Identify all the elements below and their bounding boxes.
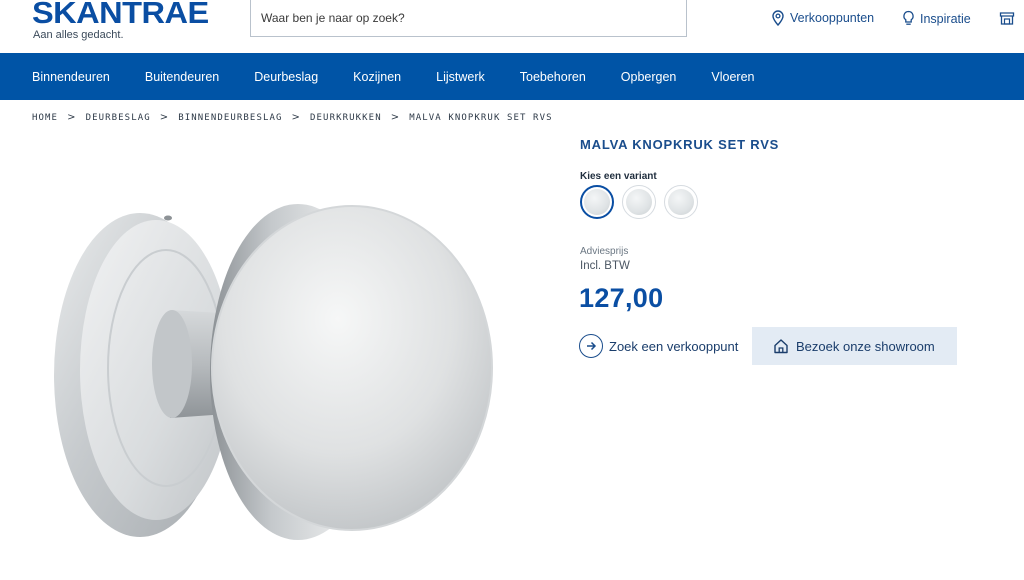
nav-item-vloeren[interactable]: Vloeren (711, 70, 754, 84)
swatch-color (626, 189, 652, 215)
nav-item-buitendeuren[interactable]: Buitendeuren (145, 70, 219, 84)
location-pin-icon (772, 10, 784, 26)
visit-showroom-button[interactable]: Bezoek onze showroom (752, 327, 957, 365)
door-knob-image (54, 204, 493, 540)
nav-item-kozijnen[interactable]: Kozijnen (353, 70, 401, 84)
arrow-right-icon (579, 334, 603, 358)
home-icon (774, 339, 788, 354)
breadcrumb-deurbeslag[interactable]: DEURBESLAG (86, 113, 151, 123)
search-box (250, 0, 687, 37)
btw-label: Incl. BTW (580, 260, 630, 272)
header-link-inspiratie[interactable]: Inspiratie (902, 10, 971, 27)
product-price: 127,00 (579, 283, 664, 313)
variant-swatch-1[interactable] (580, 185, 614, 219)
product-title: MALVA KNOPKRUK SET RVS (580, 137, 780, 152)
chevron-right-icon: > (159, 112, 170, 123)
search-input[interactable] (251, 0, 686, 36)
brand-tagline: Aan alles gedacht. (33, 29, 124, 41)
header-link-label: Inspiratie (920, 11, 971, 26)
find-dealer-button[interactable]: Zoek een verkooppunt (579, 334, 738, 358)
breadcrumb-home[interactable]: HOME (32, 113, 58, 123)
breadcrumb-deurkrukken[interactable]: DEURKRUKKEN (310, 113, 382, 123)
breadcrumb-binnendeurbeslag[interactable]: BINNENDEURBESLAG (178, 113, 282, 123)
swatch-color (668, 189, 694, 215)
main-nav: Binnendeuren Buitendeuren Deurbeslag Koz… (0, 53, 1024, 100)
variant-label: Kies een variant (580, 171, 657, 182)
site-header: SKANTRAE Aan alles gedacht. Verkooppunte… (0, 0, 1024, 53)
visit-showroom-label: Bezoek onze showroom (796, 338, 935, 354)
header-link-verkooppunten[interactable]: Verkooppunten (771, 10, 874, 26)
nav-item-toebehoren[interactable]: Toebehoren (520, 70, 586, 84)
header-link-label: Verkooppunten (790, 11, 875, 25)
brand-name: SKANTRAE (32, 0, 209, 30)
find-dealer-label: Zoek een verkooppunt (609, 338, 739, 354)
breadcrumb: HOME > DEURBESLAG > BINNENDEURBESLAG > D… (32, 112, 553, 123)
advies-label: Adviesprijs (580, 246, 629, 257)
nav-item-deurbeslag[interactable]: Deurbeslag (254, 70, 318, 84)
swatch-color (584, 189, 610, 215)
header-link-store[interactable] (999, 10, 1015, 26)
product-image[interactable] (40, 150, 510, 570)
lightbulb-icon (903, 10, 914, 25)
store-icon (999, 12, 1015, 25)
variant-swatch-3[interactable] (664, 185, 698, 219)
nav-item-opbergen[interactable]: Opbergen (621, 70, 677, 84)
brand-logo[interactable]: SKANTRAE Aan alles gedacht. (32, 0, 209, 41)
nav-item-binnendeuren[interactable]: Binnendeuren (32, 70, 110, 84)
chevron-right-icon: > (390, 112, 401, 123)
nav-item-lijstwerk[interactable]: Lijstwerk (436, 70, 485, 84)
chevron-right-icon: > (67, 112, 77, 123)
variant-swatches (580, 185, 698, 219)
breadcrumb-current: MALVA KNOPKRUK SET RVS (409, 112, 553, 123)
chevron-right-icon: > (291, 112, 302, 123)
variant-swatch-2[interactable] (622, 185, 656, 219)
